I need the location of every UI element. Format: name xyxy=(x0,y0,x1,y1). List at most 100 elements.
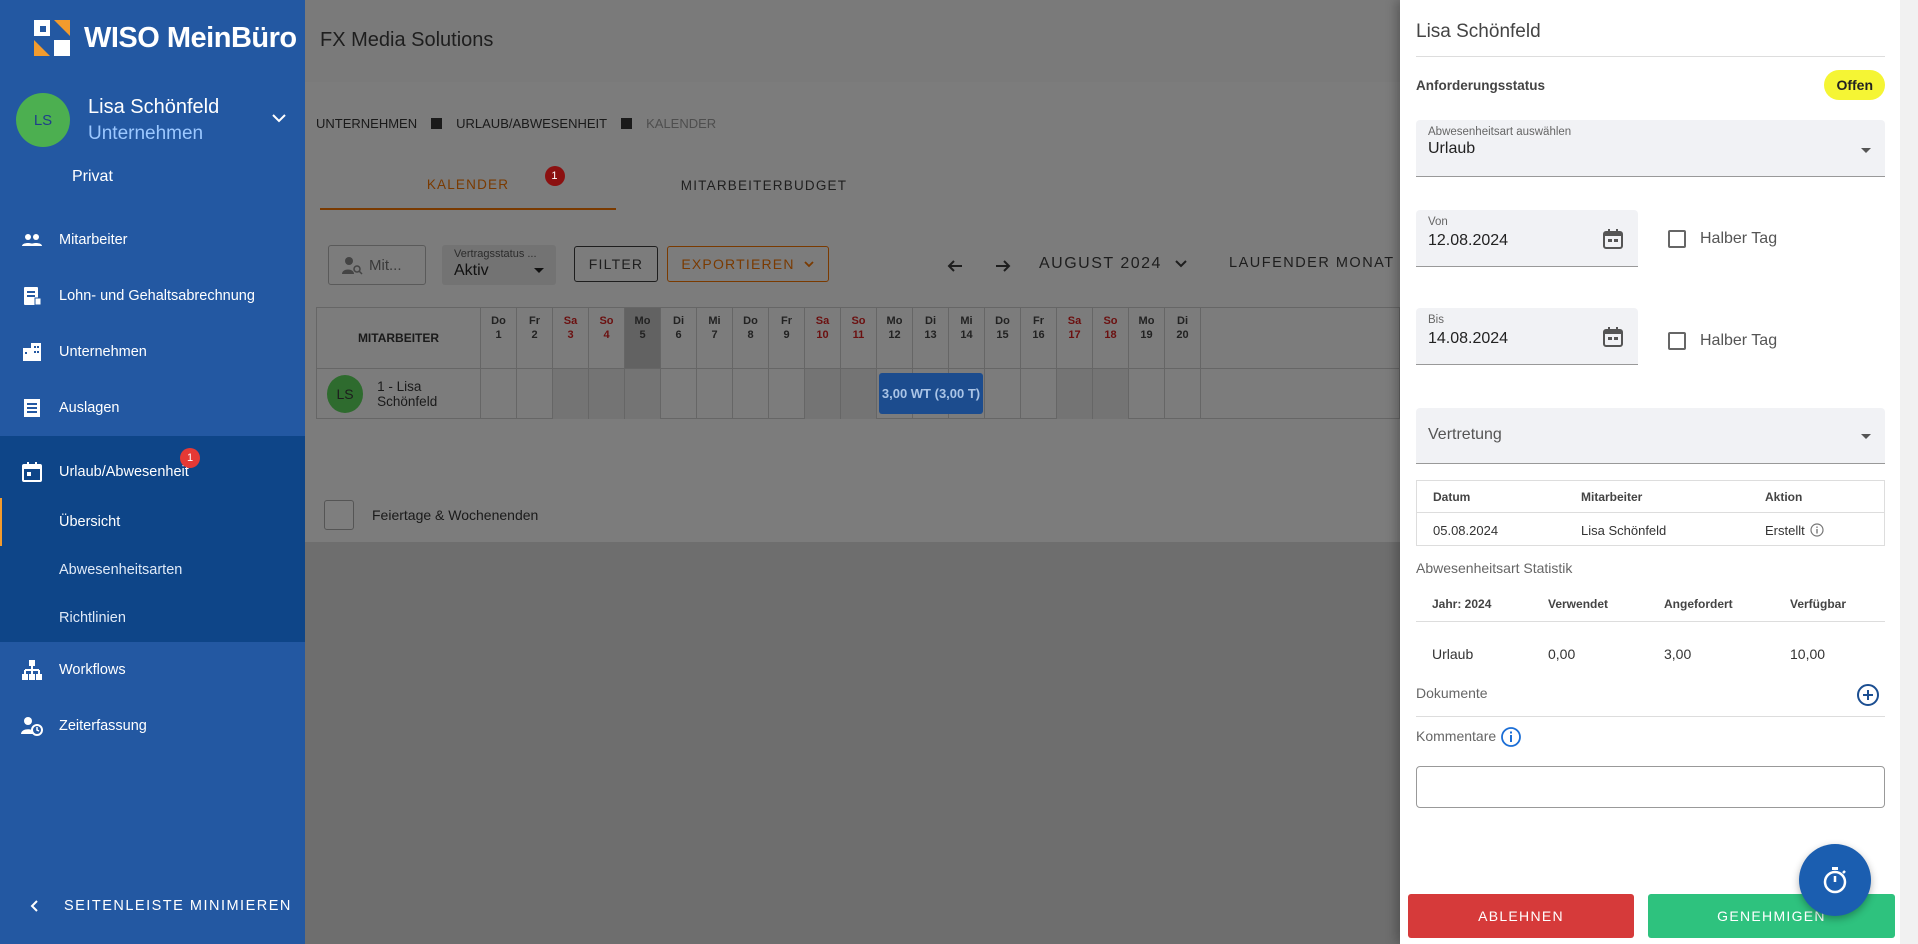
table-row[interactable]: LS 1 - Lisa Schönfeld 3,00 WT (3,00 T) xyxy=(317,368,1401,419)
minimize-label: SEITENLEISTE MINIMIEREN xyxy=(64,898,292,914)
table-cell: 10,00 xyxy=(1790,646,1826,662)
day-number: 7 xyxy=(711,329,718,341)
to-date-field[interactable]: Bis 14.08.2024 xyxy=(1416,308,1638,365)
day-header: Mi 14 xyxy=(949,308,985,368)
day-cell[interactable] xyxy=(481,369,517,419)
logo[interactable]: WISO MeinBüro xyxy=(32,18,297,58)
day-header: Sa 17 xyxy=(1057,308,1093,368)
contract-status-select[interactable]: Vertragsstatus ... Aktiv xyxy=(442,245,556,285)
day-number: 4 xyxy=(603,329,610,341)
avatar: LS xyxy=(16,93,70,147)
field-value: 14.08.2024 xyxy=(1428,330,1509,347)
day-cell[interactable] xyxy=(517,369,553,419)
field-value: 12.08.2024 xyxy=(1428,232,1509,249)
filter-button[interactable]: FILTER xyxy=(574,246,658,282)
sidebar-subitem-richtlinien[interactable]: Richtlinien xyxy=(0,594,305,642)
sidebar-item-label: Workflows xyxy=(59,662,126,678)
day-cell[interactable] xyxy=(1129,369,1165,419)
caret-down-icon xyxy=(1861,148,1871,153)
day-cell[interactable] xyxy=(841,369,877,419)
chevron-down-icon[interactable] xyxy=(267,106,291,130)
absence-event[interactable]: 3,00 WT (3,00 T) xyxy=(879,373,983,414)
building-icon xyxy=(23,343,41,361)
calendar-icon[interactable] xyxy=(1602,228,1624,250)
status-label: Anforderungsstatus xyxy=(1416,77,1546,93)
tab-mitarbeiterbudget[interactable]: MITARBEITERBUDGET xyxy=(616,160,912,210)
checkbox[interactable] xyxy=(1668,332,1686,350)
day-header: Di 6 xyxy=(661,308,697,368)
user-switcher[interactable]: LS Lisa Schönfeld Unternehmen xyxy=(16,90,291,150)
export-button[interactable]: EXPORTIEREN xyxy=(667,246,829,282)
reject-button[interactable]: ABLEHNEN xyxy=(1408,894,1634,938)
payroll-icon xyxy=(24,287,42,306)
from-date-field[interactable]: Von 12.08.2024 xyxy=(1416,210,1638,267)
checkbox[interactable] xyxy=(324,500,354,530)
sidebar-item-auslagen[interactable]: Auslagen xyxy=(0,380,305,436)
sidebar-item-privat[interactable]: Privat xyxy=(72,168,113,186)
day-cell[interactable] xyxy=(805,369,841,419)
sidebar-subitem-abwesenheitsarten[interactable]: Abwesenheitsarten xyxy=(0,546,305,594)
day-header: Do 15 xyxy=(985,308,1021,368)
day-cell[interactable] xyxy=(769,369,805,419)
half-day-to-checkbox[interactable]: Halber Tag xyxy=(1668,332,1777,350)
current-month-button[interactable]: LAUFENDER MONAT xyxy=(1229,255,1395,271)
field-placeholder: Vertretung xyxy=(1428,426,1502,443)
day-header: So 11 xyxy=(841,308,877,368)
day-cell[interactable] xyxy=(1057,369,1093,419)
day-number: 15 xyxy=(996,329,1009,341)
day-number: 20 xyxy=(1176,329,1189,341)
day-cell[interactable] xyxy=(733,369,769,419)
sidebar-item-workflows[interactable]: Workflows xyxy=(0,642,305,698)
sidebar-item-mitarbeiter[interactable]: Mitarbeiter xyxy=(0,212,305,268)
day-cell[interactable] xyxy=(661,369,697,419)
day-cell[interactable] xyxy=(697,369,733,419)
sidebar-item-urlaub[interactable]: Urlaub/Abwesenheit 1 xyxy=(0,436,305,498)
breadcrumb-separator xyxy=(431,118,443,129)
info-icon[interactable] xyxy=(1810,523,1824,537)
sidebar-item-unternehmen[interactable]: Unternehmen xyxy=(0,324,305,380)
day-cell[interactable] xyxy=(1165,369,1201,419)
calendar-icon[interactable] xyxy=(1602,326,1624,348)
holidays-toggle[interactable]: Feiertage & Wochenenden xyxy=(324,500,538,530)
day-number: 16 xyxy=(1032,329,1045,341)
column-header: Mitarbeiter xyxy=(1581,489,1643,504)
arrow-left-icon[interactable] xyxy=(945,256,965,276)
timer-button[interactable] xyxy=(1799,844,1871,916)
breadcrumb-item[interactable]: UNTERNEHMEN xyxy=(316,116,417,131)
day-cell[interactable] xyxy=(589,369,625,419)
add-document-icon[interactable] xyxy=(1856,683,1880,707)
day-cell[interactable] xyxy=(1021,369,1057,419)
day-cell[interactable] xyxy=(985,369,1021,419)
absence-type-select[interactable]: Abwesenheitsart auswählen Urlaub xyxy=(1416,120,1885,177)
field-label: Bis xyxy=(1428,314,1444,326)
minimize-sidebar-button[interactable]: SEITENLEISTE MINIMIEREN xyxy=(28,898,292,914)
day-number: 11 xyxy=(852,329,865,341)
day-number: 9 xyxy=(783,329,790,341)
employee-search-input[interactable]: Mit... xyxy=(328,245,426,285)
info-icon[interactable] xyxy=(1500,726,1522,748)
employee-cell[interactable]: LS 1 - Lisa Schönfeld xyxy=(317,369,481,419)
topbar: FX Media Solutions xyxy=(305,0,1400,82)
sidebar-item-zeiterfassung[interactable]: Zeiterfassung xyxy=(0,698,305,754)
checkbox[interactable] xyxy=(1668,230,1686,248)
sidebar-subitem-uebersicht[interactable]: Übersicht xyxy=(0,498,305,546)
substitute-select[interactable]: Vertretung xyxy=(1416,408,1885,464)
stats-title: Abwesenheitsart Statistik xyxy=(1416,560,1573,576)
field-value: Urlaub xyxy=(1428,140,1476,157)
comment-input[interactable] xyxy=(1416,766,1885,808)
sidebar-item-label: Mitarbeiter xyxy=(59,232,128,248)
tab-kalender[interactable]: KALENDER 1 xyxy=(320,160,616,210)
day-header: Do 1 xyxy=(481,308,517,368)
arrow-right-icon[interactable] xyxy=(993,256,1013,276)
day-header: So 18 xyxy=(1093,308,1129,368)
tabs: KALENDER 1 MITARBEITERBUDGET xyxy=(320,160,1400,210)
scrollbar[interactable] xyxy=(1900,0,1918,944)
day-cell[interactable] xyxy=(625,369,661,419)
half-day-from-checkbox[interactable]: Halber Tag xyxy=(1668,230,1777,248)
sidebar-item-lohn[interactable]: Lohn- und Gehaltsabrechnung xyxy=(0,268,305,324)
sidebar-group-urlaub: Urlaub/Abwesenheit 1 Übersicht Abwesenhe… xyxy=(0,436,305,642)
day-cell[interactable] xyxy=(553,369,589,419)
day-cell[interactable] xyxy=(1093,369,1129,419)
breadcrumb-item[interactable]: URLAUB/ABWESENHEIT xyxy=(456,116,607,131)
month-selector[interactable]: AUGUST 2024 xyxy=(1039,255,1188,273)
